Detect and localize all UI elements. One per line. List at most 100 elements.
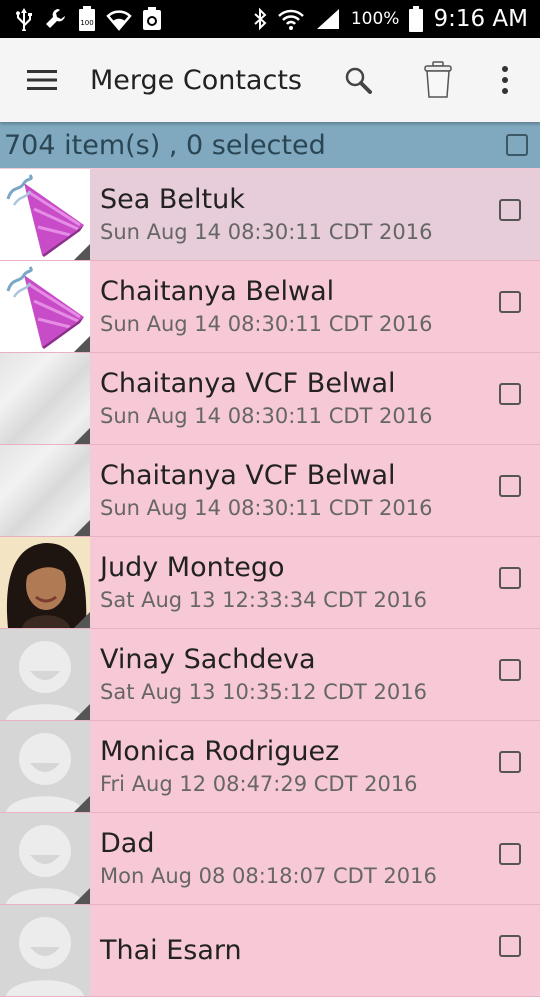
contact-checkbox-cell bbox=[480, 721, 540, 812]
contact-row[interactable]: Monica Rodriguez Fri Aug 12 08:47:29 CDT… bbox=[0, 721, 540, 813]
contact-checkbox-cell bbox=[480, 537, 540, 628]
contact-name: Judy Montego bbox=[100, 551, 285, 583]
avatar-corner-indicator bbox=[74, 796, 90, 812]
contact-avatar bbox=[0, 813, 90, 904]
contact-name: Chaitanya VCF Belwal bbox=[100, 367, 396, 399]
contact-checkbox[interactable] bbox=[499, 382, 521, 405]
contact-text: Sea Beltuk Sun Aug 14 08:30:11 CDT 2016 bbox=[90, 169, 480, 260]
bluetooth-icon bbox=[253, 7, 267, 31]
contact-checkbox-cell bbox=[480, 813, 540, 904]
contact-text: Chaitanya VCF Belwal Sun Aug 14 08:30:11… bbox=[90, 353, 480, 444]
contact-checkbox[interactable] bbox=[499, 842, 521, 865]
contact-text: Monica Rodriguez Fri Aug 12 08:47:29 CDT… bbox=[90, 721, 480, 812]
default-person-icon bbox=[6, 917, 84, 996]
hamburger-menu-icon bbox=[27, 69, 57, 91]
contact-avatar bbox=[0, 629, 90, 720]
select-all-checkbox[interactable] bbox=[506, 134, 528, 156]
contact-avatar bbox=[0, 905, 90, 996]
contact-date: Sun Aug 14 08:30:11 CDT 2016 bbox=[100, 495, 433, 520]
contact-checkbox-cell bbox=[480, 629, 540, 720]
contact-avatar bbox=[0, 169, 90, 260]
contact-row[interactable]: Thai Esarn bbox=[0, 905, 540, 997]
contact-avatar bbox=[0, 261, 90, 352]
contact-avatar bbox=[0, 721, 90, 812]
contact-checkbox[interactable] bbox=[499, 474, 521, 497]
overflow-menu-button[interactable] bbox=[480, 38, 530, 122]
contact-row[interactable]: Chaitanya Belwal Sun Aug 14 08:30:11 CDT… bbox=[0, 261, 540, 353]
contact-date: Sun Aug 14 08:30:11 CDT 2016 bbox=[100, 403, 433, 428]
avatar-corner-indicator bbox=[74, 704, 90, 720]
contact-checkbox[interactable] bbox=[499, 934, 521, 957]
contact-text: Judy Montego Sat Aug 13 12:33:34 CDT 201… bbox=[90, 537, 480, 628]
contact-avatar bbox=[0, 353, 90, 444]
contact-text: Dad Mon Aug 08 08:18:07 CDT 2016 bbox=[90, 813, 480, 904]
contact-checkbox[interactable] bbox=[499, 198, 521, 221]
status-bar: 100 100% 9:16 AM bbox=[0, 0, 540, 38]
contact-date: Fri Aug 12 08:47:29 CDT 2016 bbox=[100, 771, 418, 796]
contact-name: Vinay Sachdeva bbox=[100, 643, 316, 675]
contact-date: Sun Aug 14 08:30:11 CDT 2016 bbox=[100, 311, 433, 336]
contact-checkbox-cell bbox=[480, 261, 540, 352]
cell-signal-icon bbox=[315, 7, 341, 31]
contact-checkbox[interactable] bbox=[499, 750, 521, 773]
status-bar-left: 100 bbox=[0, 6, 162, 32]
contact-checkbox-cell bbox=[480, 353, 540, 444]
recycle-icon bbox=[142, 7, 162, 31]
contact-row[interactable]: Dad Mon Aug 08 08:18:07 CDT 2016 bbox=[0, 813, 540, 905]
contact-list: Sea Beltuk Sun Aug 14 08:30:11 CDT 2016 … bbox=[0, 169, 540, 997]
usb-icon bbox=[14, 7, 34, 31]
contact-row[interactable]: Vinay Sachdeva Sat Aug 13 10:35:12 CDT 2… bbox=[0, 629, 540, 721]
contact-checkbox-cell bbox=[480, 445, 540, 536]
status-bar-right: 100% 9:16 AM bbox=[253, 6, 540, 32]
more-vertical-icon bbox=[501, 66, 509, 94]
contact-name: Thai Esarn bbox=[100, 934, 242, 966]
page-title: Merge Contacts bbox=[90, 64, 302, 96]
contact-name: Monica Rodriguez bbox=[100, 735, 340, 767]
trash-icon bbox=[424, 61, 452, 99]
contact-checkbox-cell bbox=[480, 905, 540, 996]
contact-text: Thai Esarn bbox=[90, 905, 480, 996]
contact-date: Sat Aug 13 10:35:12 CDT 2016 bbox=[100, 679, 427, 704]
contact-row[interactable]: Sea Beltuk Sun Aug 14 08:30:11 CDT 2016 bbox=[0, 169, 540, 261]
battery-icon bbox=[409, 6, 424, 32]
battery-percent: 100% bbox=[350, 9, 400, 29]
contact-text: Chaitanya VCF Belwal Sun Aug 14 08:30:11… bbox=[90, 445, 480, 536]
wifi-shield-icon bbox=[106, 7, 132, 31]
search-icon bbox=[344, 66, 372, 94]
contact-checkbox[interactable] bbox=[499, 290, 521, 313]
delete-button[interactable] bbox=[408, 38, 468, 122]
contact-checkbox-cell bbox=[480, 169, 540, 260]
contact-date: Mon Aug 08 08:18:07 CDT 2016 bbox=[100, 863, 437, 888]
svg-text:100: 100 bbox=[80, 19, 93, 27]
app-bar: Merge Contacts bbox=[0, 38, 540, 122]
avatar-corner-indicator bbox=[74, 520, 90, 536]
contact-name: Chaitanya Belwal bbox=[100, 275, 335, 307]
contact-avatar bbox=[0, 537, 90, 628]
clock: 9:16 AM bbox=[433, 6, 528, 32]
wrench-icon bbox=[44, 7, 68, 31]
contact-text: Vinay Sachdeva Sat Aug 13 10:35:12 CDT 2… bbox=[90, 629, 480, 720]
contact-name: Chaitanya VCF Belwal bbox=[100, 459, 396, 491]
contact-row[interactable]: Judy Montego Sat Aug 13 12:33:34 CDT 201… bbox=[0, 537, 540, 629]
search-button[interactable] bbox=[328, 38, 388, 122]
menu-button[interactable] bbox=[0, 38, 84, 122]
contact-text: Chaitanya Belwal Sun Aug 14 08:30:11 CDT… bbox=[90, 261, 480, 352]
contact-row[interactable]: Chaitanya VCF Belwal Sun Aug 14 08:30:11… bbox=[0, 445, 540, 537]
contact-name: Dad bbox=[100, 827, 155, 859]
contact-avatar bbox=[0, 445, 90, 536]
wifi-icon bbox=[277, 7, 305, 31]
contact-date: Sat Aug 13 12:33:34 CDT 2016 bbox=[100, 587, 427, 612]
contact-date: Sun Aug 14 08:30:11 CDT 2016 bbox=[100, 219, 433, 244]
selection-bar: 704 item(s) , 0 selected bbox=[0, 122, 540, 168]
battery-full-icon: 100 bbox=[78, 6, 96, 32]
contact-checkbox[interactable] bbox=[499, 566, 521, 589]
contact-row[interactable]: Chaitanya VCF Belwal Sun Aug 14 08:30:11… bbox=[0, 353, 540, 445]
avatar-corner-indicator bbox=[74, 888, 90, 904]
selection-summary: 704 item(s) , 0 selected bbox=[4, 129, 326, 161]
avatar-corner-indicator bbox=[74, 428, 90, 444]
contact-checkbox[interactable] bbox=[499, 658, 521, 681]
avatar-corner-indicator bbox=[74, 336, 90, 352]
avatar-corner-indicator bbox=[74, 244, 90, 260]
contact-name: Sea Beltuk bbox=[100, 183, 245, 215]
avatar-corner-indicator bbox=[74, 612, 90, 628]
